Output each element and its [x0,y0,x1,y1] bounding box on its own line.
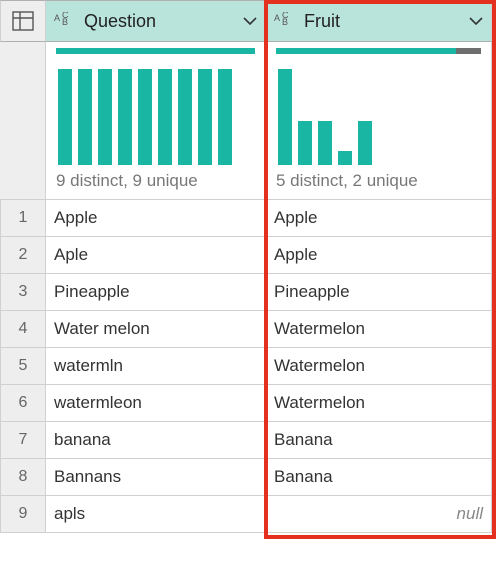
column-profile-question[interactable]: 9 distinct, 9 unique [46,42,266,200]
distribution-bar [218,69,232,165]
distribution-bar [338,151,352,165]
column-name: Fruit [304,11,340,32]
distribution-bar [98,69,112,165]
svg-text:A: A [54,13,60,23]
distribution-chart [276,64,481,165]
distribution-bar [58,69,72,165]
svg-text:C: C [282,12,289,20]
cell-question[interactable]: apls [46,496,266,533]
cell-question[interactable]: Apple [46,200,266,237]
cell-fruit[interactable]: Apple [266,200,492,237]
column-header-question[interactable]: ABC Question [46,0,266,42]
cell-question[interactable]: watermln [46,348,266,385]
cell-fruit[interactable]: Watermelon [266,348,492,385]
distribution-bar [118,69,132,165]
distribution-bar [278,69,292,165]
quality-bar [276,48,481,54]
column-filter-dropdown[interactable] [241,12,259,30]
row-number[interactable]: 4 [0,311,46,348]
svg-text:A: A [274,13,280,23]
row-number[interactable]: 8 [0,459,46,496]
text-type-icon: ABC [54,12,78,30]
profile-row-gutter [0,42,46,200]
quality-bar [56,48,255,54]
distribution-bar [318,121,332,165]
distribution-bar [78,69,92,165]
cell-question[interactable]: Pineapple [46,274,266,311]
column-filter-dropdown[interactable] [467,12,485,30]
row-number[interactable]: 3 [0,274,46,311]
svg-text:C: C [62,12,69,20]
data-preview-grid: ABC Question ABC Fruit 9 distinct, 9 uni… [0,0,504,533]
cell-fruit[interactable]: null [266,496,492,533]
table-icon [12,11,34,31]
chevron-down-icon [241,12,259,30]
cell-fruit[interactable]: Banana [266,422,492,459]
distribution-bar [298,121,312,165]
cell-question[interactable]: watermleon [46,385,266,422]
profile-stats: 5 distinct, 2 unique [276,171,481,191]
distribution-bar [358,121,372,165]
row-number[interactable]: 1 [0,200,46,237]
cell-question[interactable]: Aple [46,237,266,274]
cell-question[interactable]: Bannans [46,459,266,496]
column-header-fruit[interactable]: ABC Fruit [266,0,492,42]
row-number[interactable]: 2 [0,237,46,274]
distribution-bar [178,69,192,165]
column-profile-fruit[interactable]: 5 distinct, 2 unique [266,42,492,200]
row-number[interactable]: 7 [0,422,46,459]
profile-stats: 9 distinct, 9 unique [56,171,255,191]
cell-question[interactable]: Water melon [46,311,266,348]
cell-question[interactable]: banana [46,422,266,459]
row-number[interactable]: 5 [0,348,46,385]
column-name: Question [84,11,156,32]
distribution-chart [56,64,255,165]
cell-fruit[interactable]: Watermelon [266,385,492,422]
cell-fruit[interactable]: Banana [266,459,492,496]
row-number[interactable]: 9 [0,496,46,533]
distribution-bar [158,69,172,165]
cell-fruit[interactable]: Apple [266,237,492,274]
text-type-icon: ABC [274,12,298,30]
distribution-bar [138,69,152,165]
cell-fruit[interactable]: Pineapple [266,274,492,311]
chevron-down-icon [467,12,485,30]
row-number[interactable]: 6 [0,385,46,422]
null-value: null [274,504,483,524]
select-all-corner[interactable] [0,0,46,42]
cell-fruit[interactable]: Watermelon [266,311,492,348]
distribution-bar [198,69,212,165]
